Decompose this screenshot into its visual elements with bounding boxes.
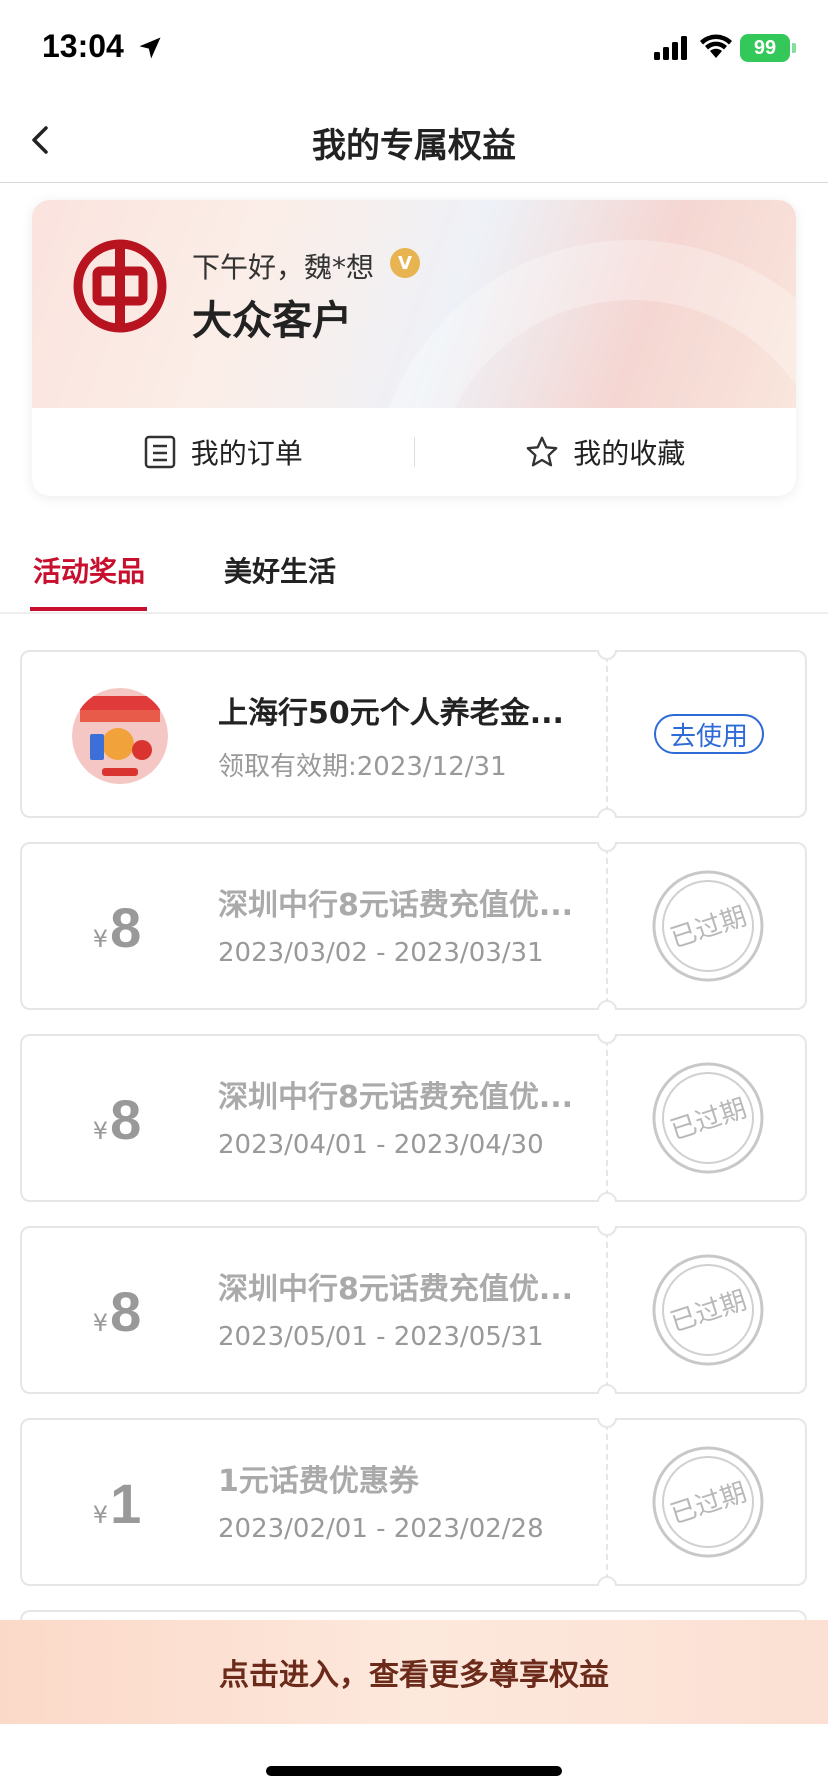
coupon-notch — [597, 650, 617, 660]
coupon-notch — [597, 1192, 617, 1202]
battery-indicator: 99 — [740, 34, 790, 62]
coupon-card[interactable]: ¥ 8 深圳中行8元话费充值优... 2023/04/01 - 2023/04/… — [20, 1034, 807, 1202]
coupon-amount: ¥ 8 — [62, 1066, 172, 1174]
my-favorites-label: 我的收藏 — [573, 437, 686, 470]
coupon-date: 2023/03/02 - 2023/03/31 — [218, 938, 544, 968]
amount-value: 8 — [110, 1088, 142, 1151]
greeting-text: 下午好，魏*想 — [192, 251, 375, 284]
navigation-bar: 我的专属权益 — [0, 100, 828, 183]
profile-card: 下午好，魏*想 V 大众客户 我的订单 我的收藏 — [32, 200, 796, 496]
currency-symbol: ¥ — [92, 1501, 109, 1529]
coupon-separator — [606, 1232, 608, 1388]
tab-activity-prizes[interactable]: 活动奖品 — [33, 550, 145, 590]
expired-label: 已过期 — [667, 902, 750, 955]
use-coupon-button[interactable]: 去使用 — [654, 714, 764, 754]
page-title: 我的专属权益 — [312, 126, 516, 166]
coupon-date: 领取有效期:2023/12/31 — [218, 752, 507, 782]
coupon-separator — [606, 1424, 608, 1580]
coupon-title: 1元话费优惠券 — [218, 1464, 419, 1499]
coupon-separator — [606, 848, 608, 1004]
amount-value: 8 — [110, 896, 142, 959]
coupon-date: 2023/02/01 - 2023/02/28 — [218, 1514, 544, 1544]
amount-value: 1 — [110, 1472, 142, 1535]
active-tab-indicator — [30, 607, 147, 611]
my-orders-button[interactable]: 我的订单 — [32, 432, 414, 472]
more-benefits-text: 点击进入，查看更多尊享权益 — [219, 1658, 609, 1693]
profile-card-header: 下午好，魏*想 V 大众客户 — [32, 200, 796, 496]
coupon-title: 上海行50元个人养老金... — [218, 696, 564, 731]
currency-symbol: ¥ — [92, 1309, 109, 1337]
coupon-notch — [597, 808, 617, 818]
expired-stamp-icon: 已过期 — [652, 1254, 764, 1366]
currency-symbol: ¥ — [92, 1117, 109, 1145]
coupon-amount: ¥ 8 — [62, 874, 172, 982]
coupon-card[interactable]: ¥ 8 深圳中行8元话费充值优... 2023/05/01 - 2023/05/… — [20, 1226, 807, 1394]
home-indicator[interactable] — [266, 1766, 562, 1776]
star-icon — [526, 436, 558, 467]
coupon-date: 2023/05/01 - 2023/05/31 — [218, 1322, 544, 1352]
battery-tip — [792, 43, 796, 53]
amount-value: 8 — [110, 1280, 142, 1343]
customer-tier: 大众客户 — [192, 297, 352, 344]
coupon-title: 深圳中行8元话费充值优... — [218, 888, 574, 923]
coupon-title: 深圳中行8元话费充值优... — [218, 1080, 574, 1115]
vip-badge-letter: V — [398, 252, 412, 274]
more-benefits-banner[interactable]: 点击进入，查看更多尊享权益 — [0, 1620, 828, 1724]
expired-label: 已过期 — [667, 1286, 750, 1339]
bank-logo-icon — [73, 239, 167, 333]
coupon-separator — [606, 1040, 608, 1196]
category-tabs: 活动奖品 美好生活 — [0, 520, 828, 614]
profile-actions: 我的订单 我的收藏 — [32, 408, 796, 496]
status-time: 13:04 — [42, 28, 124, 64]
list-icon — [144, 435, 175, 469]
coupon-amount: ¥ 8 — [62, 1258, 172, 1366]
vip-badge-icon: V — [390, 248, 420, 278]
coupon-notch — [597, 1576, 617, 1586]
coupon-notch — [597, 1418, 617, 1428]
coupon-notch — [597, 842, 617, 852]
battery-level: 99 — [753, 36, 777, 59]
my-favorites-button[interactable]: 我的收藏 — [415, 432, 797, 472]
cellular-signal-icon — [654, 36, 687, 60]
location-arrow-icon — [139, 37, 161, 59]
wifi-icon — [700, 34, 732, 58]
status-bar: 13:04 99 — [0, 0, 828, 100]
coupon-card[interactable]: ¥ 8 深圳中行8元话费充值优... 2023/03/02 - 2023/03/… — [20, 842, 807, 1010]
coupon-title: 深圳中行8元话费充值优... — [218, 1272, 574, 1307]
coupon-separator — [606, 656, 608, 812]
coupon-amount: ¥ 1 — [62, 1450, 172, 1558]
coupon-notch — [597, 1034, 617, 1044]
tab-good-life[interactable]: 美好生活 — [224, 550, 336, 590]
expired-label: 已过期 — [667, 1478, 750, 1531]
prize-thumbnail-image — [72, 688, 168, 784]
coupon-date: 2023/04/01 - 2023/04/30 — [218, 1130, 544, 1160]
coupon-card[interactable]: 上海行50元个人养老金... 领取有效期:2023/12/31 去使用 — [20, 650, 807, 818]
coupon-notch — [597, 1000, 617, 1010]
coupon-notch — [597, 1384, 617, 1394]
coupon-notch — [597, 1226, 617, 1236]
my-orders-label: 我的订单 — [190, 437, 303, 470]
expired-stamp-icon: 已过期 — [652, 870, 764, 982]
currency-symbol: ¥ — [92, 925, 109, 953]
expired-stamp-icon: 已过期 — [652, 1446, 764, 1558]
expired-stamp-icon: 已过期 — [652, 1062, 764, 1174]
expired-label: 已过期 — [667, 1094, 750, 1147]
coupon-card[interactable]: ¥ 1 1元话费优惠券 2023/02/01 - 2023/02/28 已过期 — [20, 1418, 807, 1586]
